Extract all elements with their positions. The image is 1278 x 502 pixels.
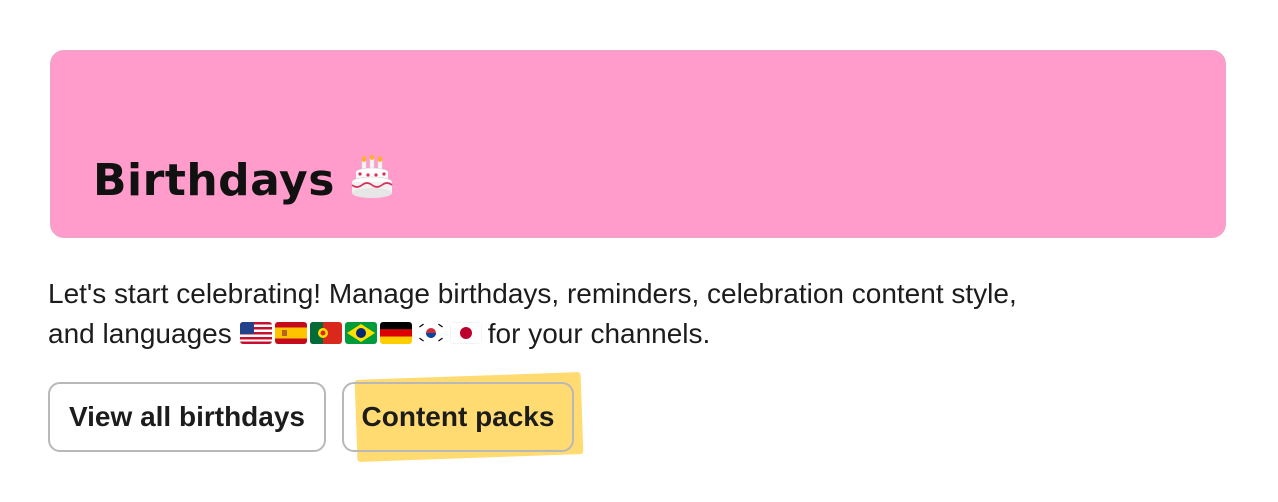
brazil-flag-icon xyxy=(344,321,377,344)
birthday-cake-icon xyxy=(349,155,395,201)
portugal-flag-icon xyxy=(309,321,342,344)
us-flag-icon xyxy=(239,321,272,344)
page-title-container: Birthdays xyxy=(93,155,395,206)
description-channels-label: for your channels. xyxy=(487,318,711,349)
description-line-2: and languages for your channels. xyxy=(48,314,1168,354)
content-packs-label: Content packs xyxy=(361,401,555,432)
birthdays-banner: Birthdays xyxy=(50,50,1226,238)
page-title: Birthdays xyxy=(93,155,335,206)
germany-flag-icon xyxy=(379,321,412,344)
language-flags xyxy=(239,321,482,344)
description-languages-label: and languages xyxy=(48,318,232,349)
description-line-1: Let's start celebrating! Manage birthday… xyxy=(48,278,1017,309)
view-all-birthdays-button[interactable]: View all birthdays xyxy=(48,382,326,452)
content-packs-button[interactable]: Content packs xyxy=(342,382,574,452)
description-text: Let's start celebrating! Manage birthday… xyxy=(48,274,1168,354)
view-all-birthdays-label: View all birthdays xyxy=(68,401,306,432)
japan-flag-icon xyxy=(449,321,482,344)
spain-flag-icon xyxy=(274,321,307,344)
south-korea-flag-icon xyxy=(414,321,447,344)
